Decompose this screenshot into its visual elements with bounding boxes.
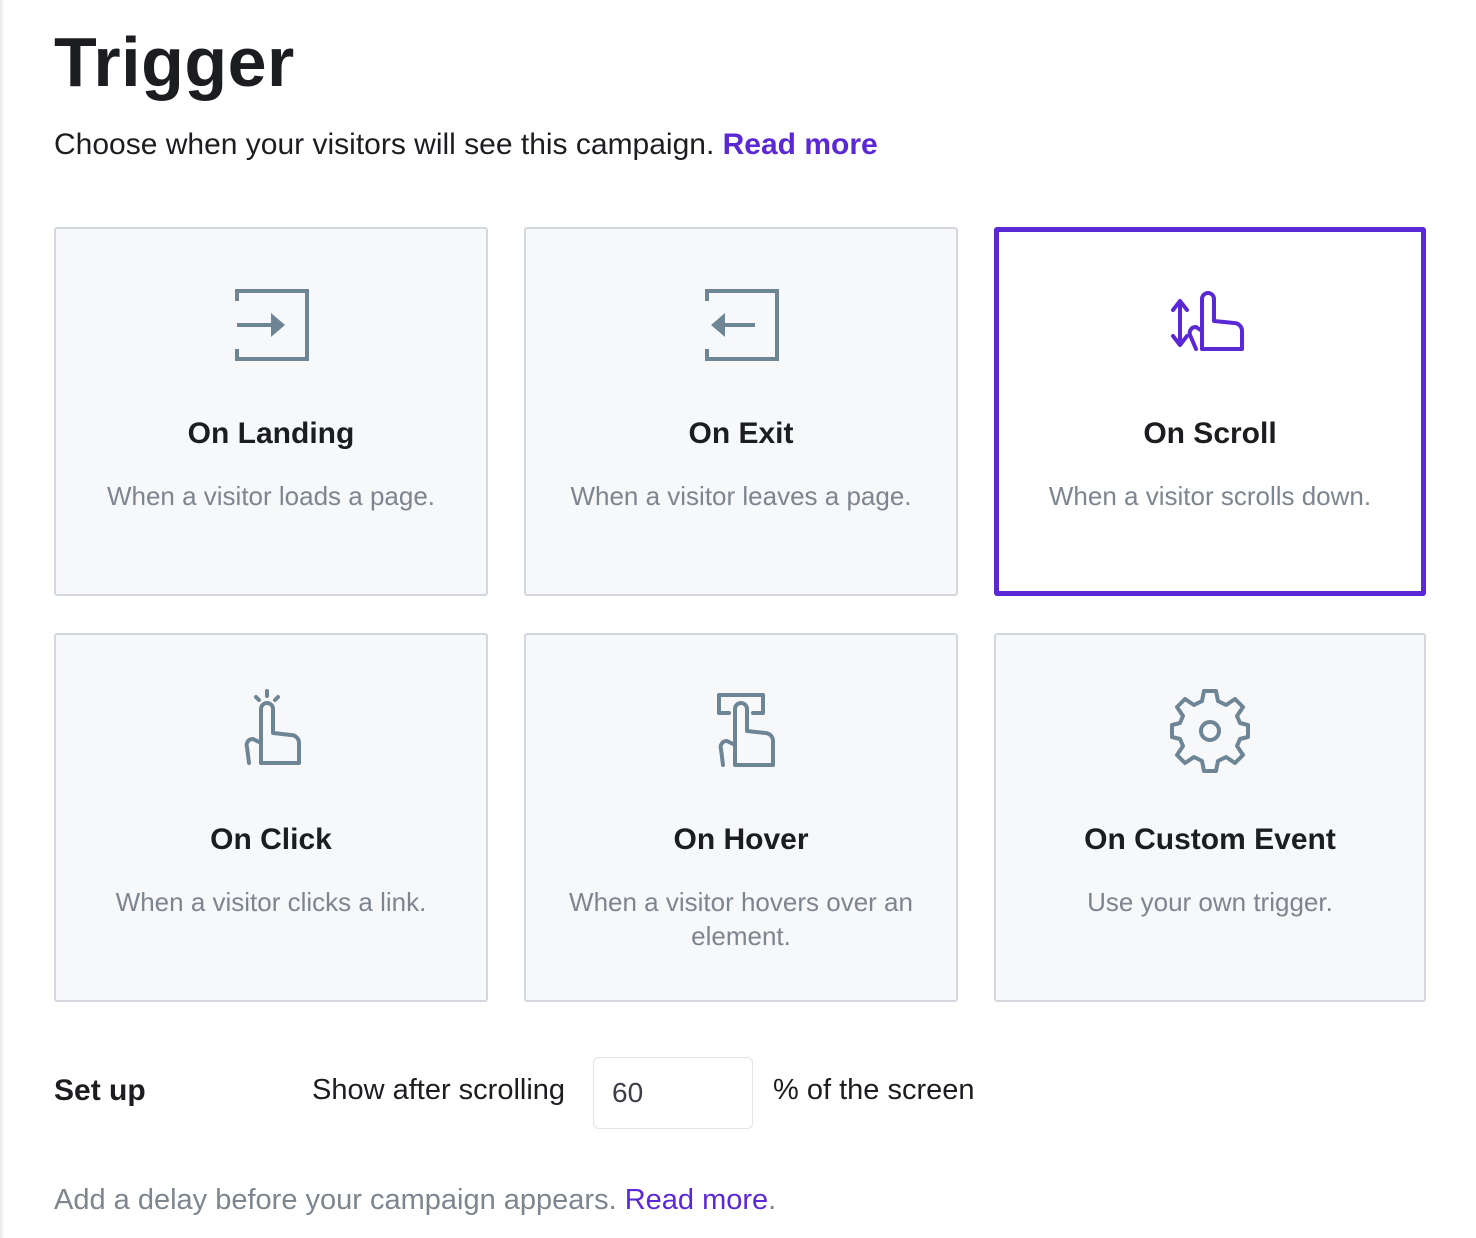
trigger-card-on-scroll[interactable]: On Scroll When a visitor scrolls down. <box>994 227 1426 596</box>
page-title: Trigger <box>54 23 295 101</box>
click-hand-icon <box>229 689 313 773</box>
scroll-percentage-input[interactable] <box>593 1057 753 1129</box>
enter-icon <box>229 283 313 367</box>
card-description: When a visitor hovers over an element. <box>569 887 913 951</box>
card-title: On Hover <box>673 823 809 856</box>
delay-trailing: . <box>768 1184 777 1216</box>
card-description: When a visitor loads a page. <box>106 481 436 511</box>
card-description: When a visitor scrolls down. <box>1048 481 1372 511</box>
card-title: On Scroll <box>1143 417 1277 450</box>
trigger-card-on-hover[interactable]: On Hover When a visitor hovers over an e… <box>524 633 958 1002</box>
hover-hand-icon <box>699 689 783 773</box>
card-title: On Exit <box>688 417 794 450</box>
card-title: On Custom Event <box>1084 823 1336 856</box>
trigger-card-on-exit[interactable]: On Exit When a visitor leaves a page. <box>524 227 958 596</box>
scroll-hand-icon <box>1168 283 1252 367</box>
scroll-percentage-label: Show after scrolling <box>312 1074 566 1106</box>
trigger-grid: On Landing When a visitor loads a page. … <box>54 227 1426 1002</box>
card-title: On Click <box>210 823 332 856</box>
trigger-card-on-custom-event[interactable]: On Custom Event Use your own trigger. <box>994 633 1426 1002</box>
read-more-link[interactable]: Read more <box>723 128 878 161</box>
gear-icon <box>1168 689 1252 773</box>
subtitle-text: Choose when your visitors will see this … <box>54 128 715 161</box>
scroll-percentage-suffix: % of the screen <box>773 1074 975 1106</box>
left-edge <box>0 0 4 1238</box>
delay-text: Add a delay before your campaign appears… <box>54 1184 617 1216</box>
exit-icon <box>699 283 783 367</box>
card-description: When a visitor clicks a link. <box>115 887 427 917</box>
delay-info: Add a delay before your campaign appears… <box>54 1184 776 1217</box>
setup-label: Set up <box>54 1074 146 1107</box>
card-description: Use your own trigger. <box>1087 887 1333 917</box>
card-title: On Landing <box>187 417 355 450</box>
trigger-card-on-click[interactable]: On Click When a visitor clicks a link. <box>54 633 488 1002</box>
card-description: When a visitor leaves a page. <box>570 481 912 511</box>
delay-read-more-link[interactable]: Read more <box>625 1184 768 1216</box>
page-subtitle: Choose when your visitors will see this … <box>54 126 878 164</box>
trigger-card-on-landing[interactable]: On Landing When a visitor loads a page. <box>54 227 488 596</box>
